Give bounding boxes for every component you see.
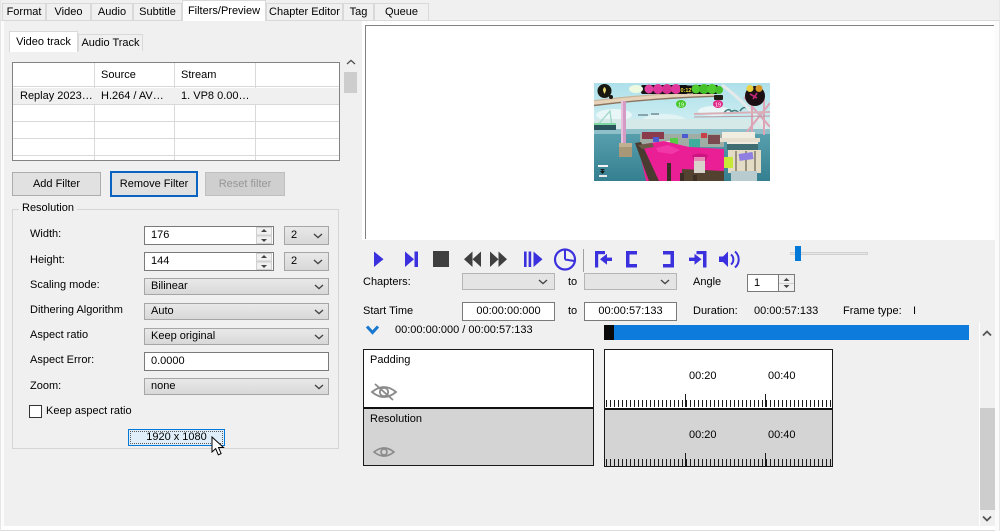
svg-text:19: 19 [678, 103, 684, 109]
svg-text:0:12: 0:12 [680, 88, 691, 94]
svg-text:19: 19 [715, 103, 721, 109]
